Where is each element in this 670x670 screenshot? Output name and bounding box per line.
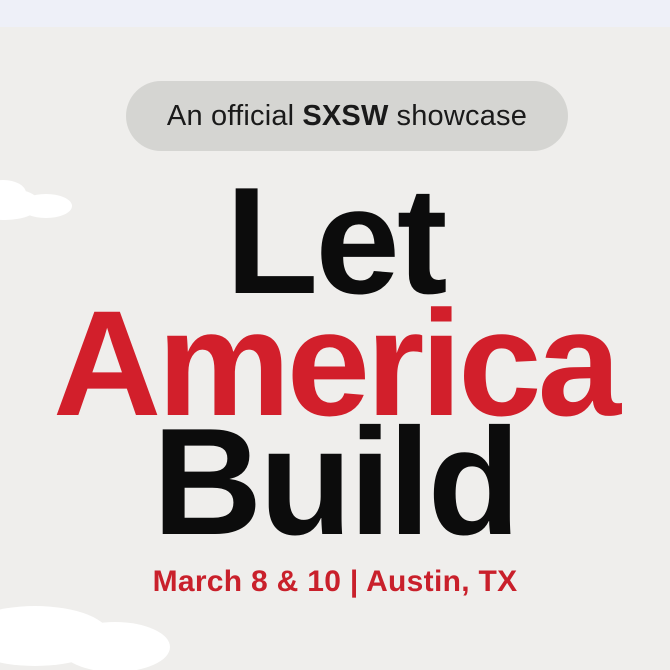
top-strip: [0, 0, 670, 27]
event-date-location: March 8 & 10 | Austin, TX: [152, 565, 518, 598]
badge-highlight: SXSW: [302, 99, 389, 132]
badge-suffix: showcase: [396, 99, 528, 132]
badge-prefix: An official: [166, 99, 295, 132]
promo-poster: An official SXSW showcase Let America Bu…: [0, 0, 670, 670]
headline-line-build: Build: [152, 397, 521, 567]
sxsw-showcase-badge: An official SXSW showcase: [126, 81, 568, 151]
